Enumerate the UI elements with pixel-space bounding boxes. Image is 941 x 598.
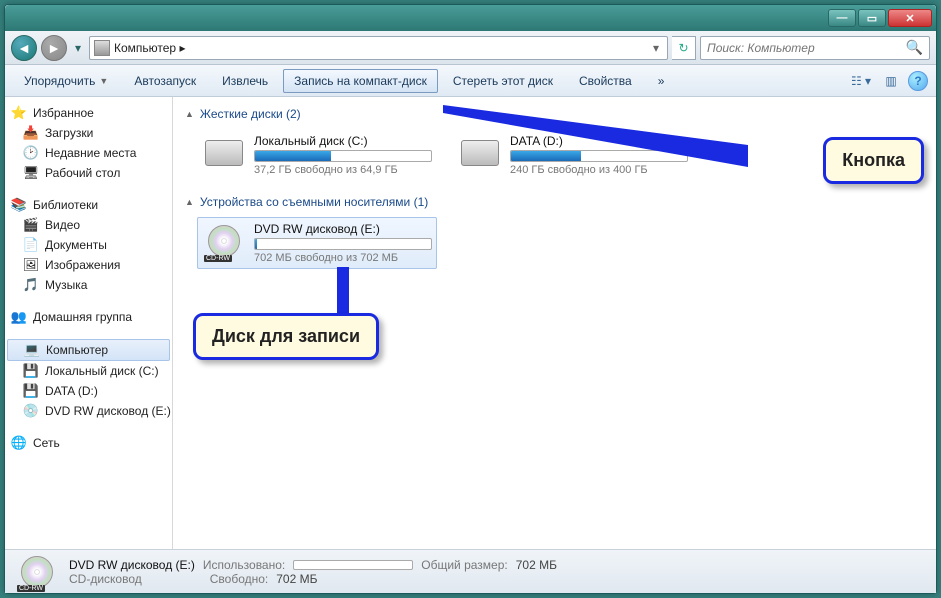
sidebar-item-downloads[interactable]: 📥Загрузки bbox=[5, 123, 172, 143]
hdd-icon bbox=[202, 134, 246, 172]
history-dropdown[interactable]: ▾ bbox=[71, 35, 85, 61]
sidebar-item-drive-e[interactable]: 💿DVD RW дисковод (E:) bbox=[5, 401, 172, 421]
sidebar: ⭐Избранное 📥Загрузки 🕑Недавние места 🖥Ра… bbox=[5, 97, 173, 549]
content-pane: ▲Жесткие диски (2) Локальный диск (C:) 3… bbox=[173, 97, 936, 549]
sidebar-homegroup[interactable]: 👥Домашняя группа bbox=[5, 307, 172, 327]
drive-free-text: 37,2 ГБ свободно из 64,9 ГБ bbox=[254, 164, 432, 176]
drive-e[interactable]: CD-RW DVD RW дисковод (E:) 702 МБ свобод… bbox=[197, 217, 437, 269]
computer-icon: 💻 bbox=[24, 342, 40, 358]
more-button[interactable]: » bbox=[647, 69, 676, 93]
network-icon: 🌐 bbox=[11, 435, 27, 451]
disc-icon: CD-RW bbox=[15, 554, 59, 590]
callout-disc: Диск для записи bbox=[193, 313, 379, 360]
homegroup-icon: 👥 bbox=[11, 309, 27, 325]
properties-button[interactable]: Свойства bbox=[568, 69, 643, 93]
sidebar-computer[interactable]: 💻Компьютер bbox=[7, 339, 170, 361]
video-icon: 🎬 bbox=[23, 217, 39, 233]
drive-free-text: 240 ГБ свободно из 400 ГБ bbox=[510, 164, 688, 176]
close-button[interactable]: ✕ bbox=[888, 9, 932, 27]
hdd-icon: 💾 bbox=[23, 383, 39, 399]
sidebar-item-recent[interactable]: 🕑Недавние места bbox=[5, 143, 172, 163]
explorer-window: — ▭ ✕ ◄ ► ▾ Компьютер ▸ ▾ ↻ 🔍 Упорядочит… bbox=[4, 4, 937, 594]
view-button[interactable]: ☷ ▾ bbox=[848, 68, 874, 94]
hdd-icon: 💾 bbox=[23, 363, 39, 379]
sidebar-item-documents[interactable]: 📄Документы bbox=[5, 235, 172, 255]
status-used-label: Использовано: bbox=[203, 558, 285, 572]
section-removable[interactable]: ▲Устройства со съемными носителями (1) bbox=[185, 195, 924, 209]
callout-button: Кнопка bbox=[823, 137, 924, 184]
status-total-label: Общий размер: bbox=[421, 558, 507, 572]
sidebar-item-drive-c[interactable]: 💾Локальный диск (C:) bbox=[5, 361, 172, 381]
libraries-icon: 📚 bbox=[11, 197, 27, 213]
downloads-icon: 📥 bbox=[23, 125, 39, 141]
usage-bar bbox=[254, 238, 432, 250]
status-type: CD-дисковод bbox=[69, 572, 142, 586]
sidebar-libraries[interactable]: 📚Библиотеки bbox=[5, 195, 172, 215]
documents-icon: 📄 bbox=[23, 237, 39, 253]
preview-pane-button[interactable]: ▥ bbox=[878, 68, 904, 94]
desktop-icon: 🖥 bbox=[23, 165, 39, 181]
body: ⭐Избранное 📥Загрузки 🕑Недавние места 🖥Ра… bbox=[5, 97, 936, 549]
address-bar: ◄ ► ▾ Компьютер ▸ ▾ ↻ 🔍 bbox=[5, 31, 936, 65]
pictures-icon: 🖼 bbox=[23, 257, 39, 273]
section-hard-disks[interactable]: ▲Жесткие диски (2) bbox=[185, 107, 924, 121]
collapse-icon: ▲ bbox=[185, 197, 194, 207]
sidebar-item-drive-d[interactable]: 💾DATA (D:) bbox=[5, 381, 172, 401]
sidebar-favorites[interactable]: ⭐Избранное bbox=[5, 103, 172, 123]
sidebar-item-desktop[interactable]: 🖥Рабочий стол bbox=[5, 163, 172, 183]
hdd-icon bbox=[458, 134, 502, 172]
star-icon: ⭐ bbox=[11, 105, 27, 121]
drive-name: DATA (D:) bbox=[510, 134, 688, 148]
computer-icon bbox=[94, 40, 110, 56]
back-button[interactable]: ◄ bbox=[11, 35, 37, 61]
drive-name: DVD RW дисковод (E:) bbox=[254, 222, 432, 236]
titlebar: — ▭ ✕ bbox=[5, 5, 936, 31]
status-total-value: 702 МБ bbox=[516, 558, 557, 572]
status-free-label: Свободно: bbox=[210, 572, 269, 586]
forward-button[interactable]: ► bbox=[41, 35, 67, 61]
maximize-button[interactable]: ▭ bbox=[858, 9, 886, 27]
sidebar-item-music[interactable]: 🎵Музыка bbox=[5, 275, 172, 295]
autoplay-button[interactable]: Автозапуск bbox=[123, 69, 207, 93]
refresh-button[interactable]: ↻ bbox=[672, 36, 696, 60]
toolbar: Упорядочить▼ Автозапуск Извлечь Запись н… bbox=[5, 65, 936, 97]
usage-bar bbox=[254, 150, 432, 162]
sidebar-network[interactable]: 🌐Сеть bbox=[5, 433, 172, 453]
music-icon: 🎵 bbox=[23, 277, 39, 293]
collapse-icon: ▲ bbox=[185, 109, 194, 119]
recent-icon: 🕑 bbox=[23, 145, 39, 161]
usage-bar bbox=[510, 150, 688, 162]
disc-icon: CD-RW bbox=[202, 222, 246, 260]
erase-disc-button[interactable]: Стереть этот диск bbox=[442, 69, 564, 93]
drive-d[interactable]: DATA (D:) 240 ГБ свободно из 400 ГБ bbox=[453, 129, 693, 181]
address-path: Компьютер ▸ bbox=[114, 41, 645, 55]
status-bar: CD-RW DVD RW дисковод (E:) Использовано:… bbox=[5, 549, 936, 593]
search-box[interactable]: 🔍 bbox=[700, 36, 930, 60]
address-field[interactable]: Компьютер ▸ ▾ bbox=[89, 36, 668, 60]
status-free-value: 702 МБ bbox=[276, 572, 317, 586]
drive-c[interactable]: Локальный диск (C:) 37,2 ГБ свободно из … bbox=[197, 129, 437, 181]
minimize-button[interactable]: — bbox=[828, 9, 856, 27]
sidebar-item-pictures[interactable]: 🖼Изображения bbox=[5, 255, 172, 275]
status-usage-bar bbox=[293, 560, 413, 570]
help-button[interactable]: ? bbox=[908, 71, 928, 91]
sidebar-item-video[interactable]: 🎬Видео bbox=[5, 215, 172, 235]
drive-free-text: 702 МБ свободно из 702 МБ bbox=[254, 252, 432, 264]
status-title: DVD RW дисковод (E:) bbox=[69, 558, 195, 572]
search-icon: 🔍 bbox=[906, 39, 923, 56]
burn-disc-button[interactable]: Запись на компакт-диск bbox=[283, 69, 438, 93]
disc-icon: 💿 bbox=[23, 403, 39, 419]
search-input[interactable] bbox=[707, 41, 906, 55]
organize-button[interactable]: Упорядочить▼ bbox=[13, 69, 119, 93]
drive-name: Локальный диск (C:) bbox=[254, 134, 432, 148]
address-dropdown-icon[interactable]: ▾ bbox=[649, 41, 663, 55]
eject-button[interactable]: Извлечь bbox=[211, 69, 279, 93]
